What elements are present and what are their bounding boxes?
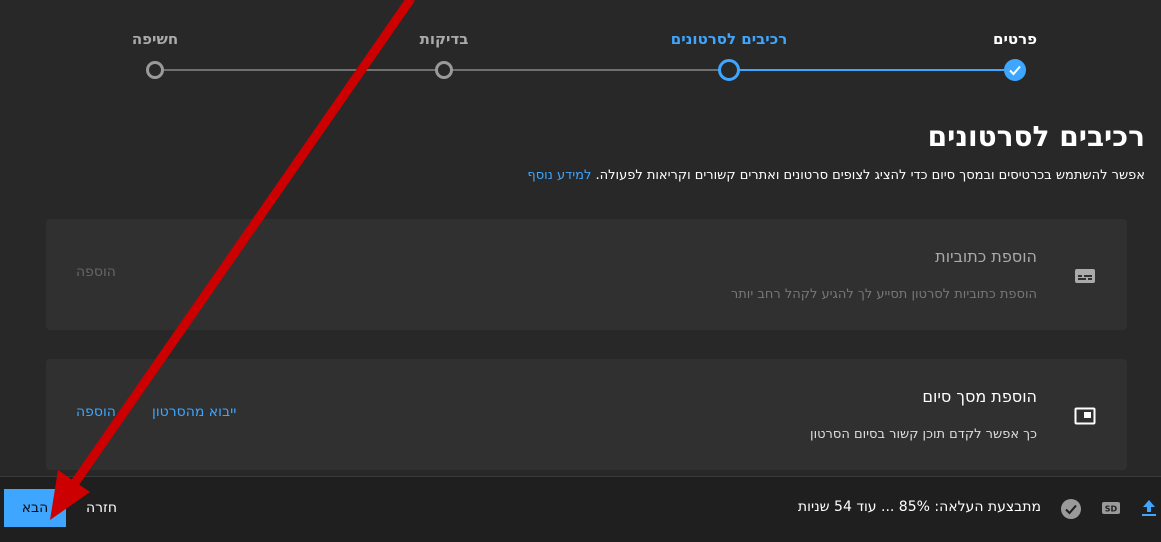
end-screen-icon — [1074, 407, 1096, 425]
add-subtitles-button[interactable]: הוספה — [76, 264, 116, 280]
sd-icon[interactable]: SD — [1101, 498, 1121, 518]
upload-icon[interactable] — [1139, 498, 1159, 518]
end-screen-card-subtitle: כך אפשר לקדם תוכן קשור בסיום הסרטון — [810, 427, 1037, 442]
check-circle-icon[interactable] — [1060, 498, 1082, 520]
end-screen-card-title: הוספת מסך סיום — [922, 387, 1037, 406]
svg-text:SD: SD — [1105, 505, 1118, 514]
stepper-track-completed — [729, 69, 1015, 71]
add-end-screen-button[interactable]: הוספה — [76, 404, 116, 420]
description-text: אפשר להשתמש בכרטיסים ובמסך סיום כדי להצי… — [595, 168, 1145, 183]
back-button[interactable]: חזרה — [78, 489, 125, 527]
check-icon — [1009, 65, 1021, 76]
upload-status-text: מתבצעת העלאה: 85% ... עוד 54 שניות — [797, 499, 1041, 515]
learn-more-link[interactable]: למידע נוסף — [527, 168, 591, 183]
subtitles-card-title: הוספת כתוביות — [935, 247, 1037, 266]
step-dot-checks[interactable] — [435, 61, 453, 79]
subtitles-icon — [1075, 269, 1095, 283]
stepper: פרטים רכיבים לסרטונים בדיקות חשיפה — [0, 0, 1161, 100]
step-dot-visibility[interactable] — [146, 61, 164, 79]
step-dot-details[interactable] — [1004, 59, 1026, 81]
page-description: אפשר להשתמש בכרטיסים ובמסך סיום כדי להצי… — [527, 168, 1145, 183]
import-from-video-button[interactable]: ייבוא מהסרטון — [152, 404, 236, 420]
end-screen-card: הוספת מסך סיום כך אפשר לקדם תוכן קשור בס… — [46, 359, 1127, 470]
step-label-details[interactable]: פרטים — [993, 30, 1037, 48]
step-label-video-elements[interactable]: רכיבים לסרטונים — [671, 30, 787, 48]
subtitles-card: הוספת כתוביות הוספת כתוביות לסרטון תסייע… — [46, 219, 1127, 330]
page-title: רכיבים לסרטונים — [927, 120, 1145, 153]
step-label-checks[interactable]: בדיקות — [420, 30, 469, 48]
next-button[interactable]: הבא — [4, 489, 66, 527]
step-label-visibility[interactable]: חשיפה — [132, 30, 178, 48]
step-dot-video-elements[interactable] — [718, 59, 740, 81]
footer-bar: הבא חזרה מתבצעת העלאה: 85% ... עוד 54 שנ… — [0, 476, 1161, 542]
subtitles-card-subtitle: הוספת כתוביות לסרטון תסייע לך להגיע לקהל… — [730, 287, 1037, 302]
